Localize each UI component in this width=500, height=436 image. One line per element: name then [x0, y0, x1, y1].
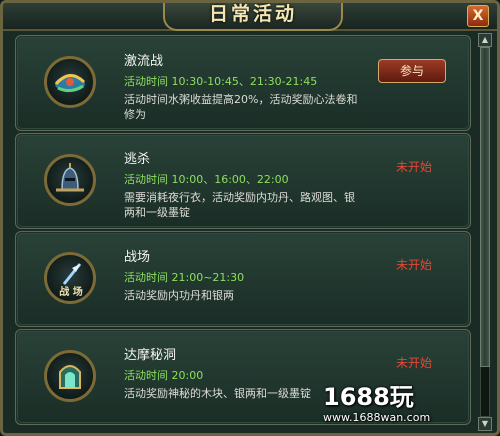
activity-name: 激流战: [124, 54, 164, 69]
cave-gate-icon: [44, 350, 96, 402]
scrollbar[interactable]: ▲ ▼: [477, 31, 492, 431]
activity-card-taosha: 逃杀 活动时间 10:00、16:00、22:00 需要消耗夜行衣，活动奖励内功…: [15, 133, 471, 229]
activity-time: 活动时间 20:00: [124, 369, 204, 382]
watermark-url: www.1688wan.com: [323, 411, 431, 424]
title-plate: 日常活动: [163, 3, 343, 31]
activity-desc: 活动奖励内功丹和银两: [124, 289, 234, 302]
battlefield-spear-icon: 战 场: [44, 252, 96, 304]
join-button[interactable]: 参与: [378, 59, 446, 83]
watermark-logo: 1688玩: [323, 383, 414, 411]
window-title: 日常活动: [208, 3, 297, 25]
activity-list: 激流战 活动时间 10:30-10:45、21:30-21:45 活动时间水粥收…: [9, 31, 473, 431]
activity-desc: 活动时间水粥收益提高20%，活动奖励心法卷和修为: [124, 93, 358, 121]
activity-card-jiliuzhan: 激流战 活动时间 10:30-10:45、21:30-21:45 活动时间水粥收…: [15, 35, 471, 131]
knight-helmet-icon: [44, 154, 96, 206]
activity-time: 活动时间 10:30-10:45、21:30-21:45: [124, 75, 318, 88]
scroll-thumb[interactable]: [480, 47, 490, 367]
activity-time: 活动时间 21:00~21:30: [124, 271, 245, 284]
swirl-battle-icon: [44, 56, 96, 108]
daily-activity-window: 日常活动 X 激流战 活动时间 10:30-10:45、21:30-21:45 …: [0, 0, 500, 436]
activity-name: 逃杀: [124, 152, 151, 167]
title-bar: 日常活动 X: [3, 3, 497, 31]
status-not-started: 未开始: [395, 258, 432, 272]
close-button[interactable]: X: [467, 5, 489, 27]
activity-desc: 需要消耗夜行衣，活动奖励内功丹、路观图、银两和一级墨锭: [124, 191, 355, 219]
status-not-started: 未开始: [395, 356, 432, 370]
activity-name: 战场: [124, 250, 151, 265]
activity-card-zhanchang: 战 场 战场 活动时间 21:00~21:30 活动奖励内功丹和银两 未开始: [15, 231, 471, 327]
activity-time: 活动时间 10:00、16:00、22:00: [124, 173, 289, 186]
status-not-started: 未开始: [395, 160, 432, 174]
battlefield-icon-label: 战 场: [59, 287, 83, 298]
scroll-up-icon[interactable]: ▲: [478, 33, 492, 47]
scroll-down-icon[interactable]: ▼: [478, 417, 492, 431]
activity-name: 达摩秘洞: [124, 348, 177, 363]
site-watermark: 1688玩 www.1688wan.com: [323, 383, 463, 431]
